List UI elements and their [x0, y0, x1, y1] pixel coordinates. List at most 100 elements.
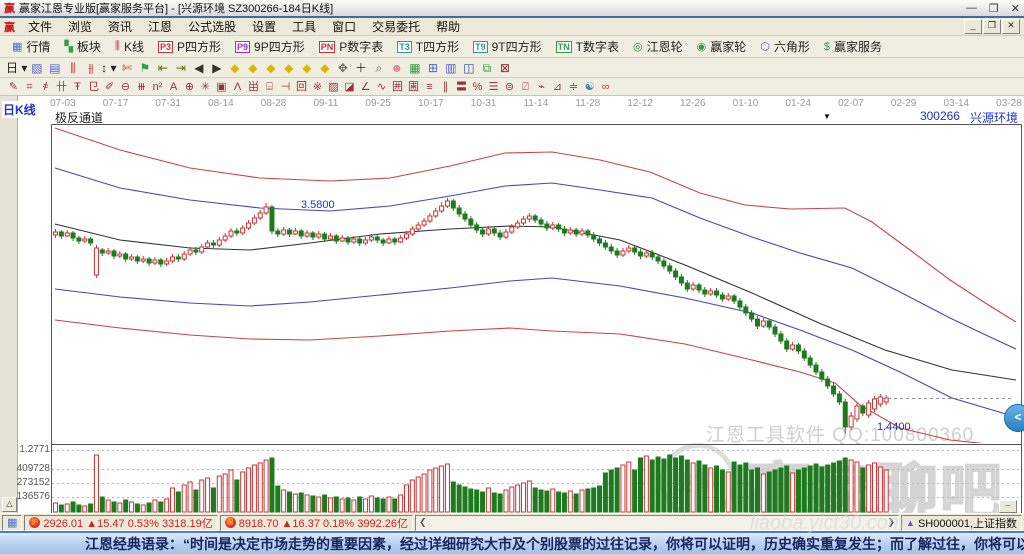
gann-tool-icon[interactable]: 囲 [390, 79, 405, 95]
tool-icon[interactable]: ▤ [46, 60, 63, 76]
mdi-close-icon[interactable]: ✕ [1002, 19, 1020, 34]
gann-tool-icon[interactable]: ⌗ [22, 79, 37, 95]
tool-icon[interactable]: ☻ [388, 60, 405, 76]
tool-icon[interactable]: ⊠ [496, 60, 513, 76]
gann-tool-icon[interactable]: ⊕ [182, 79, 197, 95]
toolbar-feature-button[interactable]: ⫼ K线 [109, 37, 150, 56]
gann-tool-icon[interactable]: ≑ [566, 79, 581, 95]
gann-tool-icon[interactable]: ⊿ [550, 79, 565, 95]
tool-icon[interactable]: 日 ▾ [6, 60, 27, 76]
gann-tool-icon[interactable]: % [470, 79, 485, 95]
gann-tool-icon[interactable]: ⌸ [262, 79, 277, 95]
tool-icon[interactable]: ⫵ [82, 60, 99, 76]
gann-tool-icon[interactable]: ☯ [582, 79, 597, 95]
toolbar-feature-button[interactable]: P9 9P四方形 [229, 37, 311, 56]
sz-index-quote[interactable]: 深 8918.70 ▲16.37 0.18% 3992.26亿 [219, 514, 413, 531]
toolbar-feature-button[interactable]: $ 赢家服务 [818, 37, 888, 56]
tool-icon[interactable]: ▶ [208, 60, 225, 76]
tool-icon[interactable]: ◀ [190, 60, 207, 76]
gann-tool-icon[interactable]: ⊣ [278, 79, 293, 95]
menu-file[interactable]: 文件 [21, 17, 59, 36]
gann-tool-icon[interactable]: ⌁ [534, 79, 549, 95]
tool-icon[interactable]: ⚑ [136, 60, 153, 76]
toolbar-feature-button[interactable]: T9 9T四方形 [467, 37, 548, 56]
volume-expand-button[interactable]: △ [2, 497, 17, 512]
toolbar-feature-button[interactable]: ◎ 江恩轮 [627, 37, 689, 56]
tool-icon[interactable]: ＋ [352, 60, 369, 76]
mdi-minimize-icon[interactable]: _ [964, 19, 982, 34]
sh-index-quote[interactable]: 沪 2926.01 ▲15.47 0.53% 3318.19亿 [24, 514, 218, 531]
tool-icon[interactable]: ◆ [244, 60, 261, 76]
gann-tool-icon[interactable]: ∠ [358, 79, 373, 95]
mdi-restore-icon[interactable]: ❐ [983, 19, 1001, 34]
tool-icon[interactable]: ⇤ [154, 60, 171, 76]
menu-help[interactable]: 帮助 [429, 17, 467, 36]
close-icon[interactable]: ✕ [1011, 2, 1020, 15]
toolbar-feature-button[interactable]: ⬡ 六角形 [754, 37, 816, 56]
toolbar-feature-button[interactable]: P3 P四方形 [152, 37, 227, 56]
toolbar-feature-button[interactable]: ▦ 行情 [6, 37, 56, 56]
menu-tools[interactable]: 工具 [285, 17, 323, 36]
gann-tool-icon[interactable]: ⊖ [118, 79, 133, 95]
toolbar-feature-button[interactable]: T3 T四方形 [391, 37, 465, 56]
tool-icon[interactable]: ▥ [442, 60, 459, 76]
quote-grid-button[interactable]: ▦ [2, 514, 23, 531]
menu-browse[interactable]: 浏览 [61, 17, 99, 36]
panel-expand-button[interactable]: < [1004, 404, 1024, 432]
toolbar-feature-button[interactable]: PN P数字表 [313, 37, 390, 56]
maximize-icon[interactable]: ❐ [989, 2, 999, 15]
gann-tool-icon[interactable]: 〓 [454, 79, 469, 95]
gann-tool-icon[interactable]: ✎ [6, 79, 21, 95]
gann-tool-icon[interactable]: 回 [294, 79, 309, 95]
gann-tool-icon[interactable]: n² [150, 79, 165, 95]
gann-tool-icon[interactable]: ☰ [486, 79, 501, 95]
tool-icon[interactable]: ▦ [406, 60, 423, 76]
gann-tool-icon[interactable]: ∥ [438, 79, 453, 95]
volume-collapse-button[interactable]: – [999, 500, 1017, 513]
tool-icon[interactable]: ✄ [118, 60, 135, 76]
tool-icon[interactable]: ↕ ▾ [100, 60, 117, 76]
menu-trade[interactable]: 交易委托 [365, 17, 427, 36]
gann-tool-icon[interactable]: ▨ [326, 79, 341, 95]
gann-tool-icon[interactable]: ✐ [102, 79, 117, 95]
gann-tool-icon[interactable]: ⧻ [134, 79, 149, 95]
gann-tool-icon[interactable]: ✳ [198, 79, 213, 95]
toolbar-feature-button[interactable]: ▚ 板块 [58, 37, 106, 56]
scroll-left-icon[interactable]: ❮ [419, 517, 427, 528]
gann-tool-icon[interactable]: 圃 [406, 79, 421, 95]
menu-settings[interactable]: 设置 [245, 17, 283, 36]
tool-icon[interactable]: ◆ [280, 60, 297, 76]
menu-gann[interactable]: 江恩 [141, 17, 179, 36]
gann-tool-icon[interactable]: Ŧ [70, 79, 85, 95]
toolbar-feature-button[interactable]: ◉ 赢家轮 [691, 37, 753, 56]
tool-icon[interactable]: ◆ [316, 60, 333, 76]
gann-tool-icon[interactable]: Ʌ [230, 79, 245, 95]
current-index-cell[interactable]: ▲ SH000001,上证指数 [901, 514, 1022, 531]
menu-news[interactable]: 资讯 [101, 17, 139, 36]
tool-icon[interactable]: ⊞ [424, 60, 441, 76]
gann-tool-icon[interactable]: 畄 [246, 79, 261, 95]
gann-tool-icon[interactable]: A [166, 79, 181, 95]
gann-tool-icon[interactable]: ∞ [598, 79, 613, 95]
gann-tool-icon[interactable]: 卄 [54, 79, 69, 95]
tool-icon[interactable]: ⫼ [64, 60, 81, 76]
menu-formula-stockpick[interactable]: 公式选股 [181, 17, 243, 36]
tool-icon[interactable]: ◆ [262, 60, 279, 76]
gann-tool-icon[interactable]: ⊜ [502, 79, 517, 95]
status-scrollbar[interactable]: ❮ ❯ [415, 514, 900, 531]
gann-tool-icon[interactable]: 㔾 [86, 79, 101, 95]
toolbar-feature-button[interactable]: TN T数字表 [550, 37, 625, 56]
minimize-icon[interactable]: — [966, 2, 977, 15]
gann-tool-icon[interactable]: ҂ [38, 79, 53, 95]
gann-tool-icon[interactable]: ≡ [422, 79, 437, 95]
scroll-right-icon[interactable]: ❯ [887, 517, 895, 528]
menu-window[interactable]: 窗口 [325, 17, 363, 36]
tool-icon[interactable]: ◆ [298, 60, 315, 76]
gann-tool-icon[interactable]: ▣ [214, 79, 229, 95]
tab-daily-kline[interactable]: 日K线 [2, 101, 37, 118]
tool-icon[interactable]: ◆ [226, 60, 243, 76]
gann-tool-icon[interactable]: ※ [310, 79, 325, 95]
gann-tool-icon[interactable]: ◪ [342, 79, 357, 95]
gann-tool-icon[interactable]: ⍁ [518, 79, 533, 95]
tool-icon[interactable]: ⌕ [370, 60, 387, 76]
